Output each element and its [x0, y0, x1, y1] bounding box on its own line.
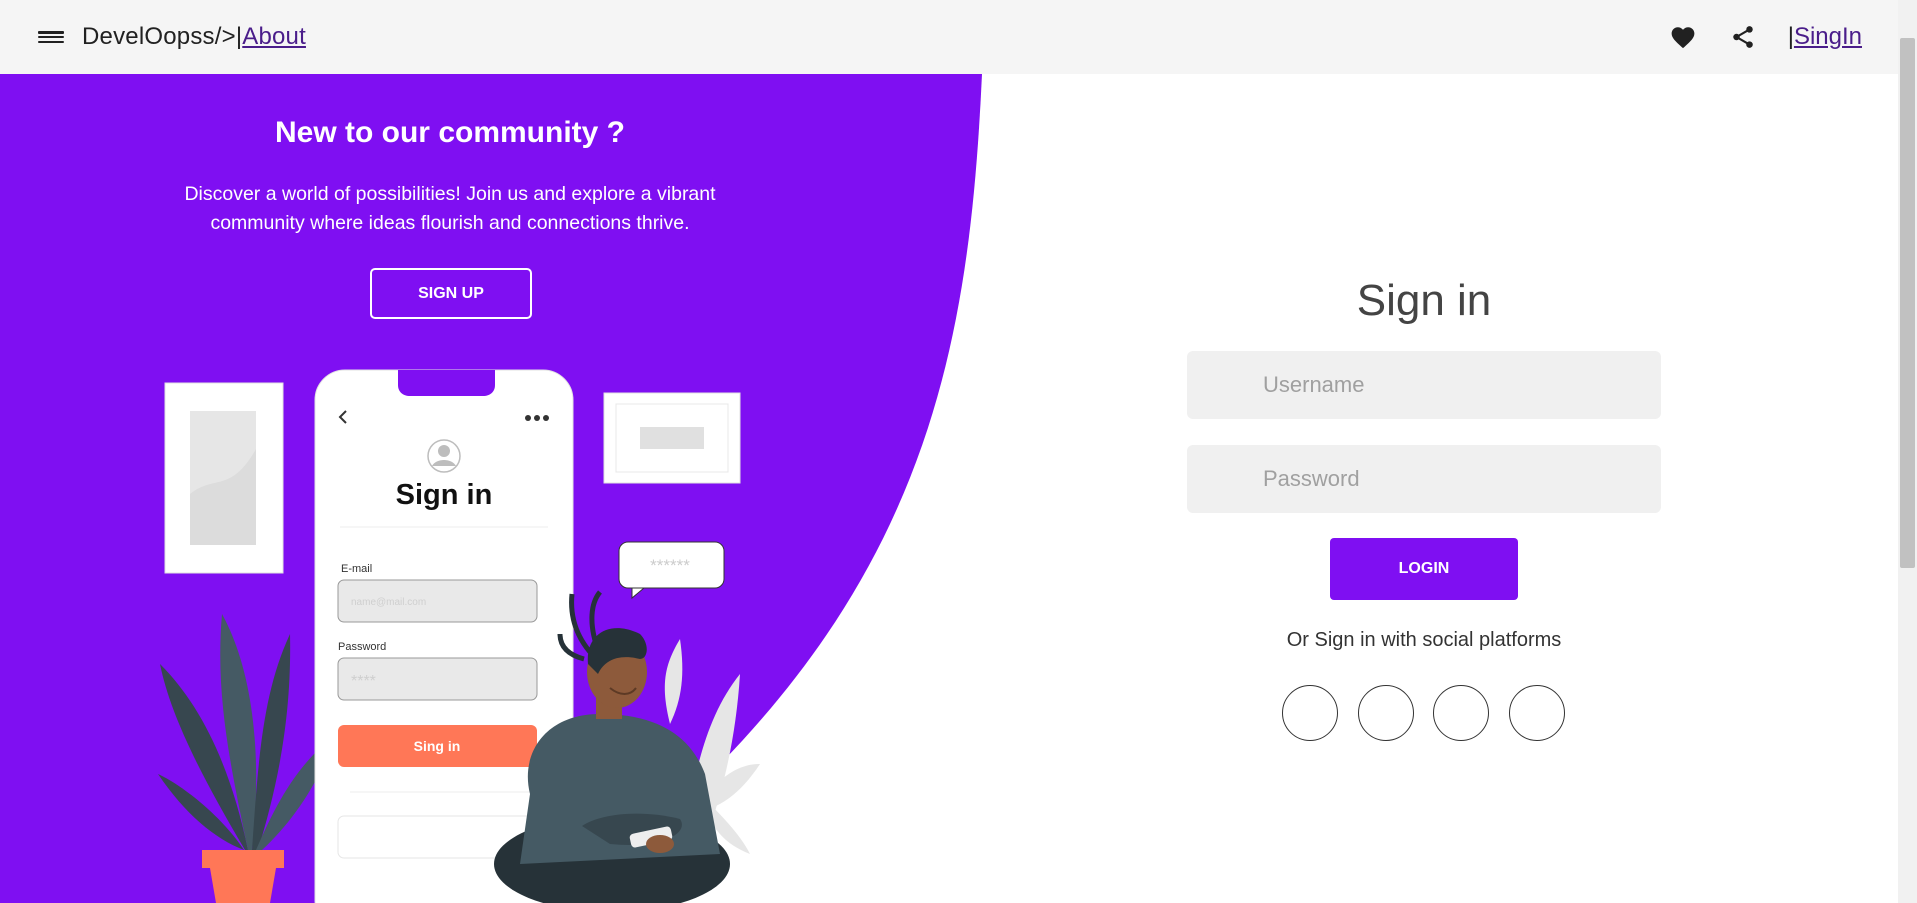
social-buttons — [1282, 685, 1584, 741]
social-button-3[interactable] — [1433, 685, 1489, 741]
social-signin-text: Or Sign in with social platforms — [1286, 629, 1562, 651]
share-icon[interactable] — [1728, 22, 1758, 52]
plant — [158, 614, 335, 903]
picture-frame-right — [603, 392, 741, 484]
about-link[interactable]: About — [242, 23, 306, 50]
brand-name: DevelOopss/> — [82, 23, 236, 50]
signin-illustration: Sign in E-mail name@mail.com Password **… — [158, 369, 760, 903]
username-field[interactable] — [1187, 351, 1661, 419]
signin-nav: |SingIn — [1788, 23, 1862, 51]
phone-password-label: Password — [338, 641, 386, 653]
phone-password-value: **** — [351, 673, 376, 690]
scrollbar[interactable] — [1898, 0, 1917, 903]
signin-title: Sign in — [1356, 276, 1492, 325]
social-button-2[interactable] — [1357, 685, 1414, 741]
phone-email-label: E-mail — [341, 563, 372, 575]
speech-bubble: ****** — [618, 541, 725, 600]
top-app-bar: DevelOopss/>|About |SingIn — [0, 0, 1898, 74]
signin-link[interactable]: SingIn — [1794, 23, 1862, 50]
phone-email-placeholder: name@mail.com — [351, 597, 426, 608]
appbar-actions: |SingIn — [1668, 0, 1862, 74]
login-button[interactable]: LOGIN — [1330, 538, 1518, 600]
social-button-1[interactable] — [1282, 685, 1338, 741]
phone-title: Sign in — [396, 479, 493, 511]
heart-icon[interactable] — [1668, 22, 1698, 52]
scrollbar-thumb[interactable] — [1900, 38, 1915, 568]
bubble-text: ****** — [650, 556, 690, 575]
phone-signin-button: Sing in — [414, 738, 461, 754]
social-button-4[interactable] — [1508, 685, 1565, 741]
password-field[interactable] — [1187, 445, 1661, 513]
brand: DevelOopss/>|About — [82, 23, 306, 51]
picture-frame-left — [164, 382, 284, 574]
menu-icon[interactable] — [38, 26, 64, 48]
